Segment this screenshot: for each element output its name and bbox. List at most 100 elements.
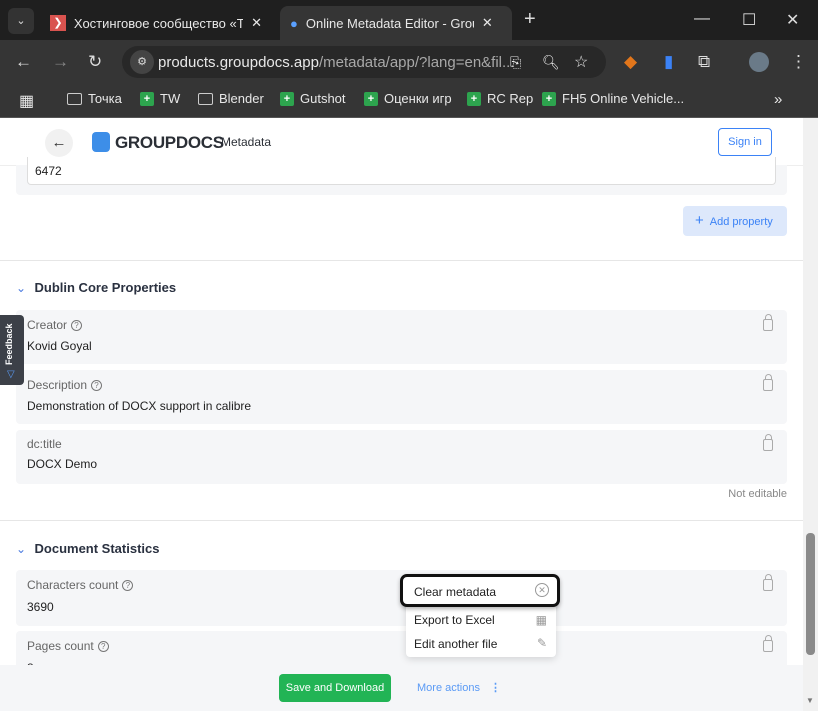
- bookmark[interactable]: + FH5 Online Vehicle...: [542, 91, 684, 106]
- tab-search-button[interactable]: ⌄: [8, 8, 34, 34]
- scrollbar-thumb[interactable]: [806, 533, 815, 655]
- bookmark[interactable]: + RC Rep: [467, 91, 533, 106]
- bookmark-icon: +: [542, 91, 556, 106]
- chevron-down-icon: ⌄: [16, 542, 27, 556]
- url-host: products.groupdocs.app: [158, 53, 319, 71]
- property-card-description: Description? Demonstration of DOCX suppo…: [16, 370, 787, 424]
- property-value: DOCX Demo: [27, 457, 98, 471]
- bookmark[interactable]: + Оценки игр: [364, 91, 452, 106]
- document-statistics-section-header[interactable]: ⌄ Document Statistics: [16, 540, 160, 558]
- bookmark-label: Blender: [219, 91, 264, 106]
- title-bar: ⌄ ❯ Хостинговое сообщество «Tim ✕ ● Onli…: [0, 0, 818, 40]
- favicon-icon: ❯: [50, 15, 66, 31]
- add-property-label: Add property: [709, 216, 773, 228]
- property-value: 3690: [27, 600, 54, 614]
- property-label: Creator?: [27, 318, 83, 332]
- lock-icon: [763, 314, 773, 331]
- chevron-down-icon: ⌄: [16, 281, 27, 295]
- product-name: Metadata: [221, 135, 272, 149]
- groupdocs-favicon-icon: ●: [290, 15, 298, 31]
- bookmark-icon: +: [467, 91, 481, 106]
- help-icon[interactable]: ?: [122, 580, 134, 591]
- help-icon[interactable]: ?: [91, 380, 103, 391]
- groupdocs-logo-icon: [92, 132, 110, 152]
- bookmark-label: RC Rep: [487, 91, 534, 106]
- section-divider: [0, 260, 803, 261]
- bookmark-icon: +: [140, 91, 154, 106]
- new-tab-button[interactable]: +: [524, 8, 536, 31]
- property-card-dc-title: dc:title DOCX Demo: [16, 430, 787, 484]
- menu-item-label: Edit another file: [414, 637, 498, 651]
- bookmark-icon: +: [364, 91, 378, 106]
- section-title: Dublin Core Properties: [34, 280, 177, 295]
- scrollbar[interactable]: ▼: [803, 118, 818, 711]
- save-and-download-button[interactable]: Save and Download: [279, 674, 391, 702]
- bookmark[interactable]: + Gutshot: [280, 91, 346, 106]
- help-icon[interactable]: ?: [71, 320, 83, 331]
- bookmark-label: Точка: [88, 91, 122, 106]
- sign-in-button[interactable]: Sign in: [718, 128, 772, 156]
- tab-title: Хостинговое сообщество «Tim: [73, 15, 244, 31]
- property-value-input[interactable]: 6472: [27, 157, 776, 185]
- page-content: ← GROUPDOCS Metadata Sign in 6472 + Add p…: [0, 118, 803, 711]
- forward-icon[interactable]: →: [52, 52, 69, 72]
- tab-metadata-editor[interactable]: ● Online Metadata Editor - Group ✕: [280, 6, 512, 40]
- menu-item-label: Clear metadata: [414, 585, 497, 599]
- scroll-down-arrow-icon[interactable]: ▼: [806, 696, 814, 705]
- bookmark-folder[interactable]: Точка: [67, 91, 122, 106]
- property-label: dc:title: [27, 437, 62, 451]
- folder-icon: [67, 92, 82, 105]
- property-label: Characters count?: [27, 578, 134, 592]
- close-tab-icon[interactable]: ✕: [482, 15, 493, 31]
- bookmark-folder[interactable]: Blender: [198, 91, 264, 106]
- close-tab-icon[interactable]: ✕: [251, 15, 262, 31]
- translate-icon[interactable]: ⎘: [510, 54, 521, 71]
- menu-item-export-excel[interactable]: Export to Excel: [414, 613, 495, 627]
- feedback-tab[interactable]: Feedback ▽: [0, 315, 24, 385]
- browser-menu-icon[interactable]: ⋮: [790, 52, 807, 72]
- extensions-icon[interactable]: ⧉: [698, 52, 710, 72]
- kebab-icon: ⋮: [489, 682, 501, 694]
- zoom-icon[interactable]: 🔍︎: [542, 54, 560, 71]
- bookmark-star-icon[interactable]: ☆: [574, 52, 588, 72]
- property-value: Demonstration of DOCX support in calibre: [27, 399, 252, 413]
- menu-item-edit-another-file[interactable]: Edit another file: [414, 637, 497, 651]
- property-label: Description?: [27, 378, 103, 392]
- back-button[interactable]: ←: [45, 129, 73, 157]
- menu-item-clear-metadata[interactable]: Clear metadata ✕: [400, 574, 560, 607]
- address-bar[interactable]: ⚙ products.groupdocs.app/metadata/app/?l…: [122, 46, 606, 78]
- metamask-extension-icon[interactable]: ◆: [624, 52, 637, 72]
- property-value: Kovid Goyal: [27, 339, 92, 353]
- dublin-core-section-header[interactable]: ⌄ Dublin Core Properties: [16, 279, 176, 297]
- help-icon[interactable]: ?: [97, 641, 109, 652]
- more-actions-button[interactable]: More actions ⋮: [417, 681, 501, 694]
- bookmark-label: Gutshot: [300, 91, 346, 106]
- maximize-button[interactable]: ☐: [742, 10, 756, 30]
- property-card-creator: Creator? Kovid Goyal: [16, 310, 787, 364]
- profile-avatar[interactable]: [749, 52, 769, 72]
- label-text: Description: [27, 378, 88, 392]
- property-label: Pages count?: [27, 639, 109, 653]
- label-text: Characters count: [27, 578, 119, 592]
- not-editable-note: Not editable: [728, 488, 787, 500]
- add-property-button[interactable]: + Add property: [683, 206, 787, 236]
- back-icon[interactable]: ←: [15, 52, 32, 72]
- clear-circle-icon: ✕: [535, 583, 549, 597]
- tab-title: Online Metadata Editor - Group: [305, 15, 474, 31]
- filter-icon: ▽: [7, 369, 15, 380]
- bitwarden-extension-icon[interactable]: ▮: [664, 52, 673, 72]
- brand-logo[interactable]: GROUPDOCS: [115, 133, 224, 153]
- more-bookmarks-icon[interactable]: »: [774, 91, 782, 108]
- apps-icon[interactable]: ▦: [19, 91, 34, 111]
- section-divider: [0, 520, 803, 521]
- reload-icon[interactable]: ↻: [88, 52, 102, 72]
- lock-icon: [763, 374, 773, 391]
- tab-hosting[interactable]: ❯ Хостинговое сообщество «Tim ✕: [40, 6, 272, 40]
- table-icon: ▦: [535, 613, 547, 627]
- minimize-button[interactable]: —: [694, 10, 710, 28]
- plus-icon: +: [695, 212, 704, 229]
- bookmark-icon: +: [280, 91, 294, 106]
- site-info-icon[interactable]: ⚙: [130, 50, 154, 74]
- bookmark[interactable]: + TW: [140, 91, 180, 106]
- close-window-button[interactable]: ✕: [786, 10, 799, 30]
